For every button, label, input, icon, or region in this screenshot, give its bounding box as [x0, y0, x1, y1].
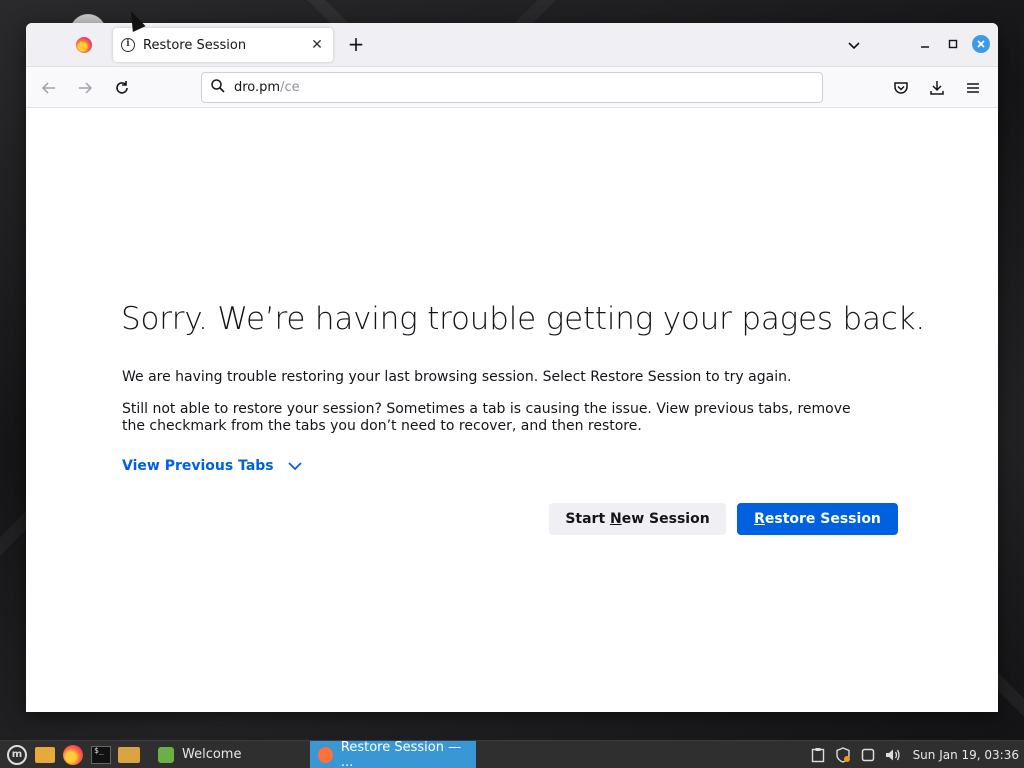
terminal-icon: $_ — [91, 745, 111, 764]
page-title: Sorry. We’re having trouble getting your… — [121, 301, 926, 337]
reload-icon[interactable] — [111, 77, 133, 99]
tab-title: Restore Session — [143, 37, 247, 53]
download-icon[interactable] — [926, 77, 948, 99]
forward-icon[interactable] — [74, 77, 96, 99]
shield-icon[interactable] — [834, 746, 852, 764]
start-new-session-label-pre: Start — [565, 511, 611, 527]
window-close-icon[interactable] — [972, 35, 990, 53]
description-paragraph-1: We are having trouble restoring your las… — [122, 369, 792, 385]
taskbar-item-welcome[interactable]: Welcome — [150, 741, 310, 768]
menu-icon[interactable] — [962, 77, 984, 99]
restore-session-accesskey: R — [754, 511, 765, 527]
tab-bar: i Restore Session ✕ + — [26, 23, 998, 67]
taskbar-item-label: Restore Session — ... — [340, 739, 462, 768]
volume-icon[interactable] — [884, 746, 902, 764]
chevron-down-icon[interactable] — [286, 458, 304, 478]
clipboard-icon[interactable] — [809, 746, 827, 764]
mint-menu-button[interactable]: m — [6, 744, 28, 766]
taskbar: m $_ Welcome Restore Session — ... Sun J… — [0, 740, 1024, 768]
maximize-icon[interactable] — [944, 35, 962, 53]
window-icon[interactable] — [859, 746, 877, 764]
search-icon — [210, 78, 226, 98]
firefox-icon[interactable] — [76, 37, 92, 53]
restore-session-label-post: estore Session — [764, 511, 881, 527]
start-new-session-label-post: ew Session — [621, 511, 710, 527]
start-new-session-accesskey: N — [610, 511, 622, 527]
browser-window: i Restore Session ✕ + dro.pm /ce Sorry. … — [26, 23, 998, 712]
taskbar-item-restore-session[interactable]: Restore Session — ... — [310, 739, 476, 768]
description-paragraph-2: Still not able to restore your session? … — [122, 401, 851, 434]
url-host: dro.pm — [234, 80, 281, 95]
back-icon[interactable] — [38, 77, 60, 99]
firefox-icon — [63, 744, 83, 765]
firefox-launcher[interactable] — [62, 744, 84, 766]
new-tab-plus-icon[interactable]: + — [344, 33, 368, 57]
page-content: Sorry. We’re having trouble getting your… — [26, 109, 998, 712]
firefox-icon — [318, 746, 333, 763]
tab-restore-session[interactable]: i Restore Session ✕ — [113, 28, 333, 62]
minimize-icon[interactable] — [916, 35, 934, 53]
navigation-toolbar: dro.pm/ce — [26, 67, 998, 108]
url-bar[interactable]: dro.pm/ce — [201, 72, 823, 103]
folder-icon — [35, 746, 55, 763]
pocket-icon[interactable] — [890, 77, 912, 99]
tab-list-chevron-down-icon[interactable] — [844, 35, 864, 55]
folder-icon — [118, 746, 140, 763]
restore-session-button[interactable]: Restore Session — [737, 503, 898, 535]
mint-logo-icon: m — [7, 744, 27, 765]
file-manager-launcher[interactable] — [118, 744, 140, 766]
taskbar-item-label: Welcome — [182, 747, 242, 762]
files-launcher[interactable] — [34, 744, 56, 766]
url-path: /ce — [280, 80, 300, 95]
system-tray: Sun Jan 19, 03:36 — [809, 746, 1024, 764]
start-new-session-button[interactable]: Start New Session — [549, 503, 726, 535]
info-icon: i — [121, 38, 135, 52]
tab-close-icon[interactable]: ✕ — [309, 37, 325, 53]
welcome-icon — [158, 746, 174, 763]
view-previous-tabs-link[interactable]: View Previous Tabs — [122, 458, 274, 474]
clock[interactable]: Sun Jan 19, 03:36 — [913, 748, 1019, 762]
terminal-launcher[interactable]: $_ — [90, 744, 112, 766]
